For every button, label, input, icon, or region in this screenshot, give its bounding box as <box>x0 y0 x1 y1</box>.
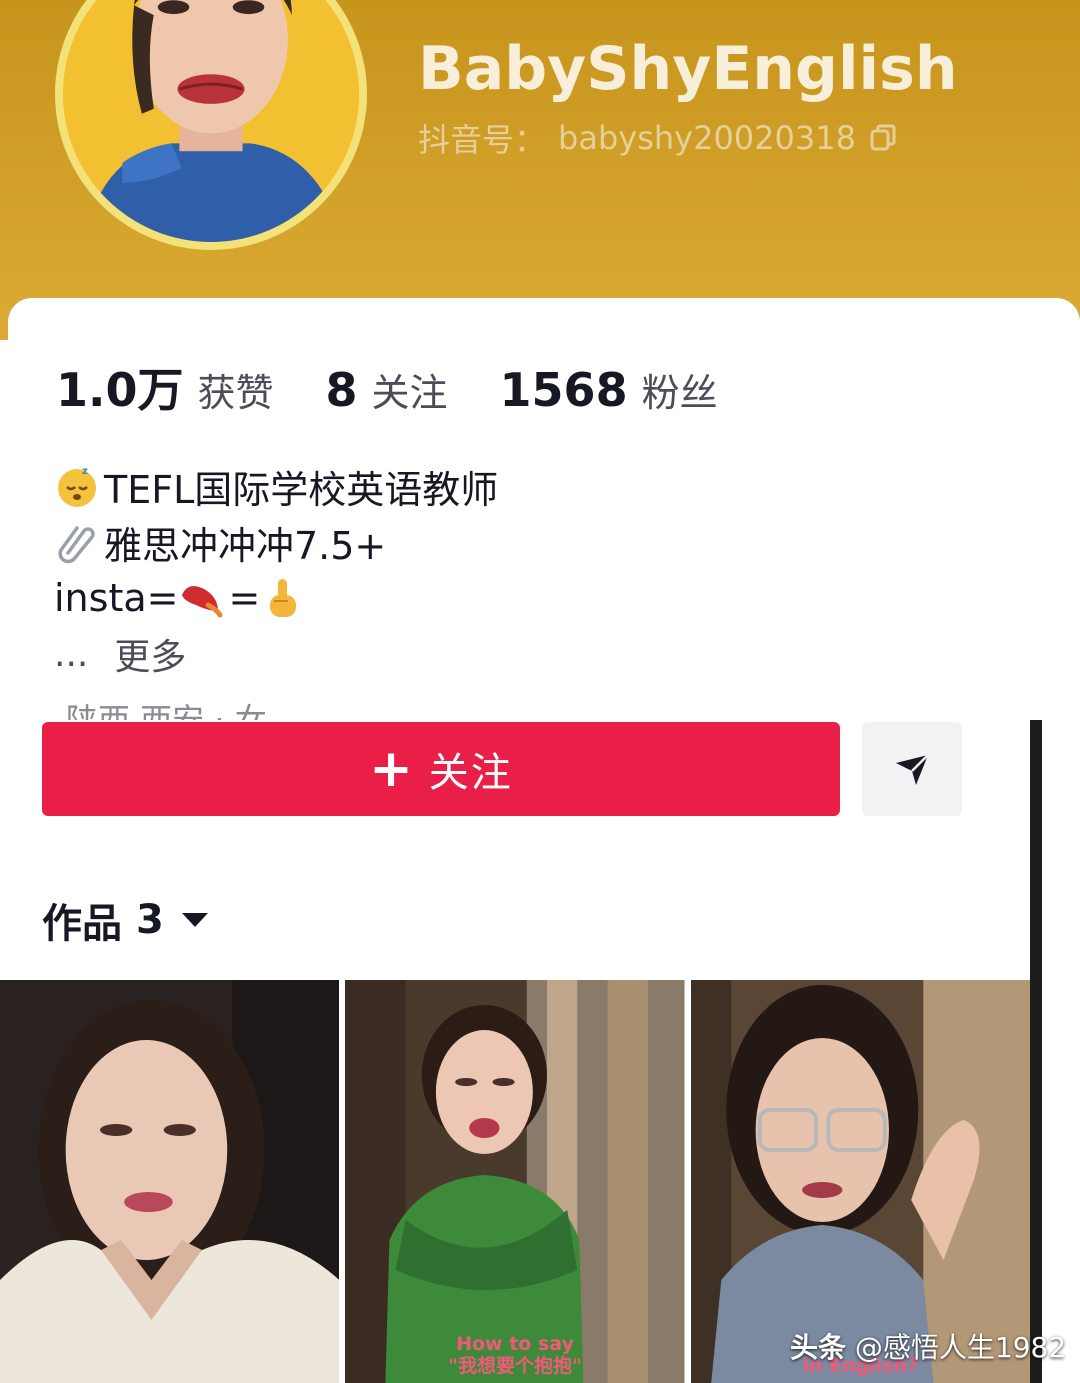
stat-following-value: 8 <box>325 363 358 417</box>
video-thumbnail-image <box>0 980 340 1383</box>
bio-more-dots: ... <box>54 633 89 675</box>
bio-more-label: 更多 <box>114 637 187 678</box>
stat-likes-value: 1.0万 <box>56 363 184 417</box>
chevron-down-icon <box>181 913 208 927</box>
watermark: 头条 @感悟人生1982 <box>790 1326 1067 1364</box>
stat-following[interactable]: 8 关注 <box>326 362 448 417</box>
video-caption-line: "我想要个抱抱" <box>448 1355 582 1377</box>
action-section: + 关注 作品 3 <box>0 720 1030 980</box>
video-thumbnail[interactable]: How to say "我想要个抱抱" <box>345 980 685 1383</box>
douyin-id-label: 抖音号： <box>418 121 547 159</box>
plus-icon: + <box>369 739 415 799</box>
bio-text-1: TEFL国际学校英语教师 <box>104 467 499 512</box>
follow-button-label: 关注 <box>428 750 513 796</box>
bio-line-3: insta= = <box>54 570 954 626</box>
bio-line-1: z TEFL国际学校英语教师 <box>54 458 954 514</box>
stat-likes[interactable]: 1.0万 获赞 <box>56 354 274 420</box>
stat-following-label: 关注 <box>371 371 448 415</box>
bio-text-2: 雅思冲冲冲7.5+ <box>104 523 387 568</box>
video-caption: How to say "我想要个抱抱" <box>345 1333 684 1377</box>
follow-button[interactable]: + 关注 <box>42 722 840 816</box>
bio-more[interactable]: ... 更多 <box>54 626 954 682</box>
stat-followers-value: 1568 <box>499 363 628 417</box>
avatar[interactable] <box>55 0 367 250</box>
bio: z TEFL国际学校英语教师 雅思冲冲冲7.5+ insta= = ... 更多 <box>54 458 954 682</box>
tab-works[interactable]: 作品 3 <box>42 892 208 948</box>
stat-followers[interactable]: 1568 粉丝 <box>500 362 718 417</box>
pointing-up-icon <box>260 575 306 621</box>
sleeping-face-icon: z <box>54 463 100 509</box>
profile-header: BabyShyEnglish 抖音号： babyshy20020318 <box>0 0 1080 340</box>
douyin-id-value: babyshy20020318 <box>558 119 856 157</box>
stat-followers-label: 粉丝 <box>641 371 718 415</box>
location-tag: 陕西 西安 · 女 <box>66 701 267 720</box>
copy-icon[interactable] <box>868 123 898 153</box>
screen-edge <box>1030 720 1042 1383</box>
bio-text-3-mid: = <box>228 576 261 620</box>
video-grid: How to say "我想要个抱抱" in English? <box>0 980 1030 1383</box>
svg-text:z: z <box>82 466 88 477</box>
bio-line-2: 雅思冲冲冲7.5+ <box>54 514 954 570</box>
avatar-image <box>63 0 359 242</box>
profile-card: 1.0万 获赞 8 关注 1568 粉丝 z TEFL国际学校英语教师 雅思冲冲… <box>8 298 1080 720</box>
bio-text-3-prefix: insta= <box>54 576 179 620</box>
video-caption-line: How to say <box>456 1333 574 1355</box>
video-thumbnail-image <box>345 980 685 1383</box>
stat-likes-label: 获赞 <box>197 371 274 415</box>
username: BabyShyEnglish <box>418 34 958 104</box>
douyin-id-row[interactable]: 抖音号： babyshy20020318 <box>418 116 898 160</box>
video-thumbnail[interactable]: in English? <box>690 980 1030 1383</box>
sweet-potato-icon <box>178 575 224 621</box>
tab-works-count: 3 <box>136 897 164 943</box>
share-button[interactable] <box>862 722 962 816</box>
watermark-brand: 头条 <box>790 1331 847 1364</box>
tab-works-label: 作品 <box>42 901 122 947</box>
video-thumbnail[interactable] <box>0 980 340 1383</box>
paperclip-icon <box>54 519 100 565</box>
video-thumbnail-image <box>690 980 1030 1383</box>
stats-row: 1.0万 获赞 8 关注 1568 粉丝 <box>56 354 770 417</box>
watermark-author: @感悟人生1982 <box>854 1331 1067 1364</box>
send-icon <box>896 754 929 785</box>
